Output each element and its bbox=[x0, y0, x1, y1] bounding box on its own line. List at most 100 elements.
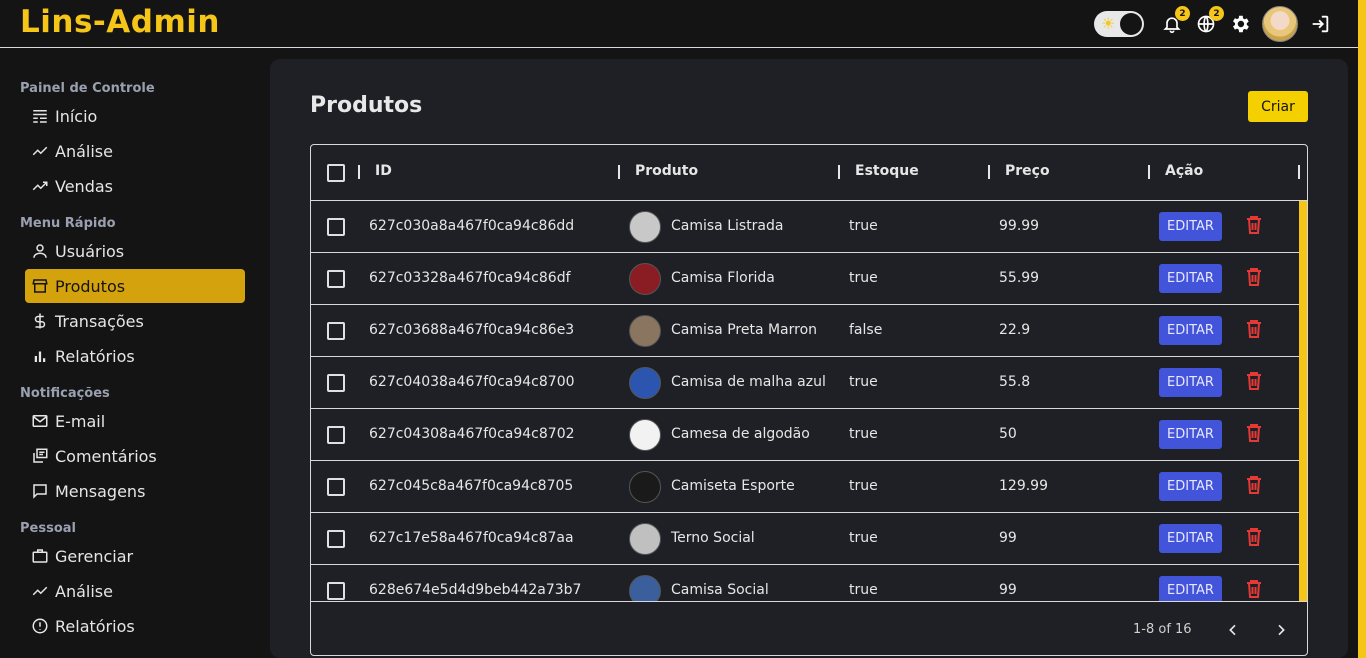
column-header-id[interactable]: ID bbox=[375, 163, 392, 179]
logout-icon[interactable] bbox=[1308, 12, 1332, 36]
product-stock: false bbox=[849, 322, 883, 338]
product-id: 627c030a8a467f0ca94c86dd bbox=[369, 218, 575, 234]
column-header-estoque[interactable]: Estoque bbox=[855, 163, 919, 179]
table-row[interactable]: 627c04038a467f0ca94c8700 Camisa de malha … bbox=[311, 357, 1299, 409]
column-separator[interactable] bbox=[1148, 165, 1150, 179]
sidebar-item-label: E-mail bbox=[55, 411, 106, 431]
sidebar-item-vendas[interactable]: Vendas bbox=[25, 169, 245, 203]
sidebar-item-label: Comentários bbox=[55, 446, 157, 466]
delete-icon[interactable] bbox=[1246, 319, 1262, 339]
delete-icon[interactable] bbox=[1246, 267, 1262, 287]
sidebar-item-mensagens[interactable]: Mensagens bbox=[25, 474, 245, 508]
delete-icon[interactable] bbox=[1246, 423, 1262, 443]
table-row[interactable]: 627c17e58a467f0ca94c87aa Terno Social true… bbox=[311, 513, 1299, 565]
table-scrollbar[interactable] bbox=[1299, 201, 1307, 601]
product-stock: true bbox=[849, 478, 878, 494]
edit-button[interactable]: EDITAR bbox=[1159, 212, 1222, 241]
language-globe-icon[interactable]: 2 bbox=[1194, 6, 1224, 36]
sidebar-item-analise-pessoal[interactable]: Análise bbox=[25, 574, 245, 608]
row-checkbox[interactable] bbox=[327, 530, 345, 548]
page-title: Produtos bbox=[310, 93, 423, 118]
select-all-checkbox[interactable] bbox=[327, 164, 345, 182]
theme-toggle[interactable]: ☀ bbox=[1094, 11, 1144, 37]
edit-button[interactable]: EDITAR bbox=[1159, 264, 1222, 293]
create-button[interactable]: Criar bbox=[1248, 91, 1308, 122]
product-id: 627c04308a467f0ca94c8702 bbox=[369, 426, 575, 442]
briefcase-icon bbox=[32, 549, 48, 563]
sidebar-item-label: Análise bbox=[55, 141, 113, 161]
sidebar-item-relatorios[interactable]: Relatórios bbox=[25, 339, 245, 373]
edit-button[interactable]: EDITAR bbox=[1159, 368, 1222, 397]
sidebar-item-gerenciar[interactable]: Gerenciar bbox=[25, 539, 245, 573]
trend-icon bbox=[32, 586, 48, 596]
comments-icon bbox=[33, 448, 48, 463]
product-name: Camiseta Esporte bbox=[671, 478, 795, 494]
product-stock: true bbox=[849, 426, 878, 442]
delete-icon[interactable] bbox=[1246, 527, 1262, 547]
table-row[interactable]: 627c04308a467f0ca94c8702 Camesa de algodã… bbox=[311, 409, 1299, 461]
delete-icon[interactable] bbox=[1246, 475, 1262, 495]
dollar-icon bbox=[34, 313, 46, 329]
column-separator[interactable] bbox=[618, 165, 620, 179]
sidebar-item-comentarios[interactable]: Comentários bbox=[25, 439, 245, 473]
column-separator[interactable] bbox=[358, 165, 360, 179]
sidebar-item-usuarios[interactable]: Usuários bbox=[25, 234, 245, 268]
product-thumbnail bbox=[629, 367, 661, 399]
row-checkbox[interactable] bbox=[327, 322, 345, 340]
column-header-produto[interactable]: Produto bbox=[635, 163, 698, 179]
row-checkbox[interactable] bbox=[327, 374, 345, 392]
sidebar-item-analise[interactable]: Análise bbox=[25, 134, 245, 168]
delete-icon[interactable] bbox=[1246, 215, 1262, 235]
page-scrollbar[interactable] bbox=[1358, 0, 1366, 658]
sidebar-item-label: Gerenciar bbox=[55, 546, 134, 566]
table-row[interactable]: 627c03688a467f0ca94c86e3 Camisa Preta Mar… bbox=[311, 305, 1299, 357]
sidebar-item-label: Usuários bbox=[55, 241, 125, 261]
sidebar-item-email[interactable]: E-mail bbox=[25, 404, 245, 438]
sun-icon: ☀ bbox=[1101, 14, 1116, 33]
product-thumbnail bbox=[629, 471, 661, 503]
previous-page-button[interactable] bbox=[1221, 618, 1245, 642]
row-checkbox[interactable] bbox=[327, 478, 345, 496]
sidebar-item-relatorios-pessoal[interactable]: Relatórios bbox=[25, 609, 245, 643]
table-row[interactable]: 627c030a8a467f0ca94c86dd Camisa Listrada t… bbox=[311, 201, 1299, 253]
product-name: Terno Social bbox=[671, 530, 755, 546]
table-row[interactable]: 627c045c8a467f0ca94c8705 Camiseta Esporte… bbox=[311, 461, 1299, 513]
product-name: Camisa Social bbox=[671, 582, 769, 598]
next-page-button[interactable] bbox=[1269, 618, 1293, 642]
sidebar-item-produtos[interactable]: Produtos bbox=[25, 269, 245, 303]
product-price: 99 bbox=[999, 530, 1017, 546]
delete-icon[interactable] bbox=[1246, 371, 1262, 391]
user-avatar[interactable] bbox=[1262, 6, 1298, 42]
column-separator[interactable] bbox=[1298, 165, 1300, 179]
column-header-preco[interactable]: Preço bbox=[1005, 163, 1050, 179]
product-price: 22.9 bbox=[999, 322, 1031, 338]
sidebar-item-transacoes[interactable]: Transações bbox=[25, 304, 245, 338]
column-separator[interactable] bbox=[838, 165, 840, 179]
product-thumbnail bbox=[629, 315, 661, 347]
edit-button[interactable]: EDITAR bbox=[1159, 576, 1222, 601]
settings-gear-icon[interactable] bbox=[1228, 12, 1252, 36]
sidebar-item-label: Análise bbox=[55, 581, 113, 601]
edit-button[interactable]: EDITAR bbox=[1159, 316, 1222, 345]
column-header-acao[interactable]: Ação bbox=[1165, 163, 1203, 179]
edit-button[interactable]: EDITAR bbox=[1159, 524, 1222, 553]
row-checkbox[interactable] bbox=[327, 426, 345, 444]
row-checkbox[interactable] bbox=[327, 582, 345, 600]
app-logo[interactable]: Lins-Admin bbox=[20, 4, 220, 40]
row-checkbox[interactable] bbox=[327, 270, 345, 288]
edit-button[interactable]: EDITAR bbox=[1159, 472, 1222, 501]
sidebar-item-inicio[interactable]: Início bbox=[25, 99, 245, 133]
pagination-range: 1-8 of 16 bbox=[1133, 622, 1192, 637]
edit-button[interactable]: EDITAR bbox=[1159, 420, 1222, 449]
column-separator[interactable] bbox=[988, 165, 990, 179]
main-panel: Produtos Criar ID Produto Estoque Preço … bbox=[270, 59, 1348, 658]
delete-icon[interactable] bbox=[1246, 579, 1262, 599]
product-thumbnail bbox=[629, 575, 661, 601]
product-stock: true bbox=[849, 582, 878, 598]
bar-chart-icon bbox=[34, 351, 46, 362]
row-checkbox[interactable] bbox=[327, 218, 345, 236]
table-row[interactable]: 627c03328a467f0ca94c86df Camisa Florida tr… bbox=[311, 253, 1299, 305]
table-row[interactable]: 628e674e5d4d9beb442a73b7 Camisa Social tru… bbox=[311, 565, 1299, 601]
notifications-bell-icon[interactable]: 2 bbox=[1160, 6, 1190, 36]
product-name: Camisa Preta Marron bbox=[671, 322, 818, 338]
